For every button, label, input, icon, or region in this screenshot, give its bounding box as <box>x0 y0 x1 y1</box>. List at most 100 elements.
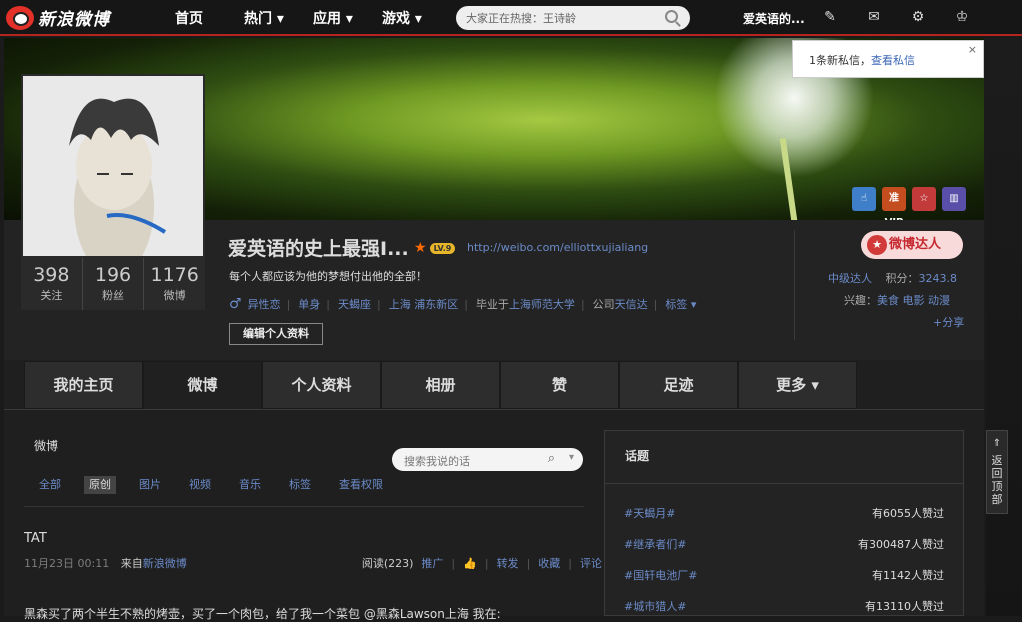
expert-level-link[interactable]: 中级达人 <box>828 272 872 285</box>
topics-divider <box>605 483 963 484</box>
post-meta: 11月23日 00:11 来自新浪微博 <box>24 555 187 571</box>
forward-link[interactable]: 转发 <box>497 555 519 571</box>
feed-filters: 全部 原创 图片 视频 音乐 标签 查看权限 <box>34 476 406 494</box>
topic-item: #天蝎月# 有6055人赞过 <box>624 507 944 520</box>
tags-dropdown[interactable]: 标签 ▾ <box>665 296 696 312</box>
male-icon: ♂ <box>229 296 242 312</box>
level-badge[interactable]: LV.9 <box>429 242 456 254</box>
gear-icon[interactable]: ⚙ <box>910 9 926 25</box>
school-prefix: 毕业于 <box>475 298 509 311</box>
tab-weibo[interactable]: 微博 <box>143 361 262 409</box>
comment-link[interactable]: 评论 <box>580 555 602 571</box>
logo-text: 新浪微博 <box>38 10 110 30</box>
filter-tags[interactable]: 标签 <box>284 476 316 494</box>
profile-url-link[interactable]: http://weibo.com/elliottxujialiang <box>467 241 648 254</box>
nav-games[interactable]: 游戏 ▾ <box>382 0 452 36</box>
filter-original[interactable]: 原创 <box>84 476 116 494</box>
company-prefix: 公司 <box>592 298 615 311</box>
topics-panel: 话题 #天蝎月# 有6055人赞过 #继承者们# 有300487人赞过 #国轩电池厂… <box>604 430 964 616</box>
expert-button[interactable]: 微博达人 <box>861 231 963 259</box>
nav-hot[interactable]: 热门 ▾ <box>244 0 314 36</box>
topic-item: #城市猎人# 有13110人赞过 <box>624 600 944 613</box>
tab-more[interactable]: 更多 ▾ <box>738 361 857 409</box>
expert-level-row: 中级达人 积分：3243.8 <box>828 270 957 286</box>
promote-link[interactable]: 推广 <box>421 555 443 571</box>
profile-divider <box>794 230 795 340</box>
hand-badge-icon[interactable]: ☝ <box>852 187 876 211</box>
nav-apps[interactable]: 应用 ▾ <box>313 0 383 36</box>
points-label: 积分： <box>885 272 919 285</box>
location-link[interactable]: 上海 浦东新区 <box>389 296 459 312</box>
arrow-up-icon: ⇑ <box>992 438 1002 449</box>
avatar-illustration <box>69 98 167 256</box>
page-background-right <box>986 38 1022 616</box>
post-source-link[interactable]: 新浪微博 <box>143 557 187 570</box>
post-text: 黑森买了两个半生不熟的烤壶，买了一个肉包，给了我一个菜包 @黑森Lawson上海… <box>24 607 501 621</box>
profile-motto: 每个人都应该为他的梦想付出他的全部！ <box>229 270 427 283</box>
favorite-link[interactable]: 收藏 <box>538 555 560 571</box>
star-badge-icon[interactable]: ☆ <box>912 187 936 211</box>
avatar[interactable] <box>21 74 205 258</box>
weibo-logo[interactable]: 新浪微博 <box>6 5 110 30</box>
sign-link[interactable]: 天蝎座 <box>338 296 371 312</box>
filter-permissions[interactable]: 查看权限 <box>334 476 388 494</box>
close-icon[interactable]: × <box>968 43 977 56</box>
nav-home[interactable]: 首页 <box>175 0 233 36</box>
interests-row: 兴趣：美食 电影 动漫 <box>844 292 950 308</box>
edit-icon[interactable]: ✎ <box>822 9 838 25</box>
topic-item: #国轩电池厂# 有1142人赞过 <box>624 569 944 582</box>
post-author[interactable]: TAT <box>24 531 47 546</box>
filter-all[interactable]: 全部 <box>34 476 66 494</box>
chevron-down-icon[interactable]: ▾ <box>569 452 574 463</box>
feed-search-input[interactable]: 搜索我说的话 ⌕ ▾ <box>392 448 583 471</box>
view-messages-link[interactable]: 查看私信 <box>871 54 915 67</box>
back-to-top-button[interactable]: ⇑ 返回顶部 <box>986 430 1008 514</box>
post-actions: 阅读(223) 推广 | 👍 | 转发 | 收藏 | 评论 <box>361 555 602 571</box>
tab-home[interactable]: 我的主页 <box>24 361 143 409</box>
feed-divider <box>24 506 584 507</box>
profile-name: 爱英语的史上最强I... <box>228 238 409 260</box>
topic-item: #继承者们# 有300487人赞过 <box>624 538 944 551</box>
thumbs-up-icon[interactable]: 👍 <box>463 557 477 570</box>
tab-album[interactable]: 相册 <box>381 361 500 409</box>
crown-icon[interactable]: ♔ <box>954 9 970 25</box>
badge-row: ☝ 准VIP ☆ ▥ <box>852 187 966 220</box>
feed-title: 微博 <box>34 439 59 453</box>
stat-posts[interactable]: 1176 微博 <box>144 258 205 310</box>
company-link[interactable]: 天信达 <box>615 296 648 312</box>
profile-stats: 398 关注 196 粉丝 1176 微博 <box>21 258 205 310</box>
stat-following[interactable]: 398 关注 <box>21 258 83 310</box>
chart-badge-icon[interactable]: ▥ <box>942 187 966 211</box>
share-link[interactable]: +分享 <box>933 314 964 330</box>
topics-title: 话题 <box>625 449 650 463</box>
edit-profile-button[interactable]: 编辑个人资料 <box>229 323 323 345</box>
notification-text: 1条新私信， <box>809 54 871 67</box>
vip-badge[interactable]: 准VIP <box>882 187 906 220</box>
filter-images[interactable]: 图片 <box>134 476 166 494</box>
star-icon[interactable]: ★ <box>414 240 427 256</box>
message-notification: 1条新私信，查看私信 × <box>792 40 984 78</box>
interests-value[interactable]: 美食 电影 动漫 <box>877 294 950 307</box>
interests-label: 兴趣： <box>844 294 877 307</box>
verified-badges: ★ LV.9 <box>414 240 464 256</box>
profile-info-row: ♂ 异性恋 | 单身 | 天蝎座 | 上海 浦东新区 | 毕业于 上海师范大学 | 公司 天信… <box>229 296 697 312</box>
orientation-link[interactable]: 异性恋 <box>248 296 281 312</box>
post-time[interactable]: 11月23日 00:11 <box>24 557 109 570</box>
global-search-input[interactable]: 大家正在热搜：王诗龄 <box>456 6 690 30</box>
tab-profile[interactable]: 个人资料 <box>262 361 381 409</box>
search-icon[interactable]: ⌕ <box>548 451 555 466</box>
message-icon[interactable]: ✉ <box>866 9 882 25</box>
status-link[interactable]: 单身 <box>298 296 320 312</box>
post-source-prefix: 来自 <box>120 557 143 570</box>
tab-likes[interactable]: 赞 <box>500 361 619 409</box>
search-icon[interactable] <box>665 10 678 23</box>
user-name-link[interactable]: 爱英语的... <box>743 10 805 27</box>
school-link[interactable]: 上海师范大学 <box>509 296 575 312</box>
top-navigation-bar: 新浪微博 首页 热门 ▾ 应用 ▾ 游戏 ▾ 大家正在热搜：王诗龄 爱英语的..… <box>0 0 1022 36</box>
tab-divider <box>4 409 984 410</box>
filter-music[interactable]: 音乐 <box>234 476 266 494</box>
filter-videos[interactable]: 视频 <box>184 476 216 494</box>
points-value[interactable]: 3243.8 <box>919 272 958 285</box>
stat-followers[interactable]: 196 粉丝 <box>83 258 145 310</box>
tab-footprint[interactable]: 足迹 <box>619 361 738 409</box>
